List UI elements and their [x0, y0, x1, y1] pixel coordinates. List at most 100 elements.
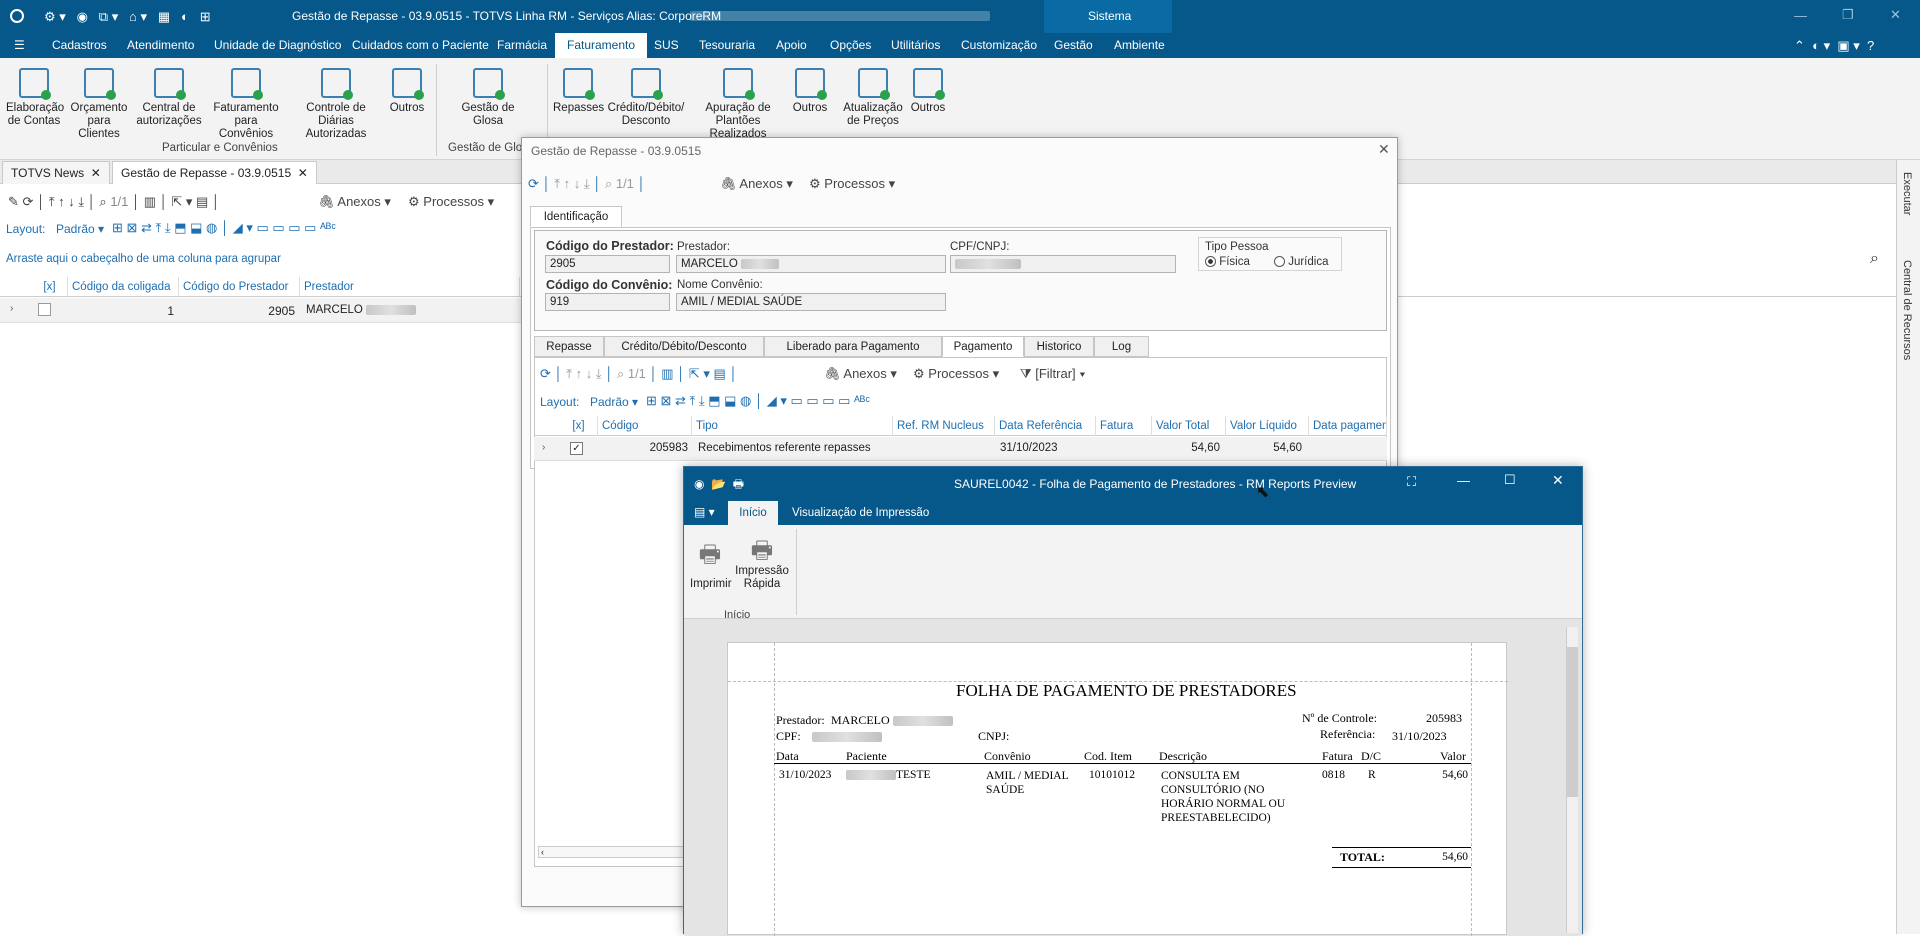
field-nome-convenio[interactable]: AMIL / MEDIAL SAÚDE — [676, 293, 946, 311]
report-row-cod-item: 10101012 — [1089, 769, 1135, 781]
ribbon-outros-3[interactable]: Outros — [908, 68, 948, 115]
table-row[interactable]: › 1 2905 MARCELO — [0, 298, 521, 323]
search-icon[interactable]: ⌕ — [1870, 250, 1879, 268]
ribbon-outros-1[interactable]: Outros — [386, 68, 428, 115]
report-vertical-scrollbar[interactable] — [1566, 627, 1578, 933]
ribbon-controls-icons[interactable]: ⌃ ◐ ▾ ▣ ▾ ? — [1794, 33, 1874, 58]
col-codigo-coligada[interactable]: Código da coligada — [68, 277, 179, 297]
menu-faturamento[interactable]: Faturamento — [555, 33, 648, 58]
main-anexos-button[interactable]: 🖇 Anexos ▾ — [318, 194, 391, 210]
expand-icon[interactable]: › — [542, 442, 545, 453]
menu-customizacao[interactable]: Customização — [961, 33, 1037, 58]
row-checkbox-checked[interactable]: ✓ — [570, 442, 583, 455]
printer-icon: 🖶 — [698, 541, 722, 568]
dialog-toolbar-icons[interactable]: ⟳ │ ⤒ ↑ ↓ ⤓ │ ⌕ 1/1 │ — [528, 176, 646, 192]
ribbon-outros-2[interactable]: Outros — [790, 68, 830, 115]
menu-tesouraria[interactable]: Tesouraria — [699, 33, 755, 58]
ribbon-credito-debito[interactable]: Crédito/Débito/ Desconto — [606, 68, 686, 128]
report-total: 54,60 — [1442, 851, 1468, 863]
quick-access-icons[interactable]: ⚙ ▾ ◉ ⧉ ▾ ⌂ ▾ ▦ ◐ ⊞ — [44, 9, 211, 25]
ribbon-atualizacao-precos[interactable]: Atualização de Preços — [838, 68, 908, 128]
ribbon-central-autorizacoes[interactable]: Central de autorizações — [136, 68, 202, 128]
report-row-paciente: TESTE — [846, 769, 931, 781]
table-row[interactable]: › ✓ 205983 Recebimentos referente repass… — [534, 437, 1387, 461]
tab-repasse[interactable]: Repasse — [534, 336, 604, 357]
minimize-icon[interactable]: — — [1794, 8, 1807, 23]
report-total-label: TOTAL: — [1340, 850, 1385, 864]
col-check[interactable]: [x] — [28, 277, 68, 297]
sub-layout-select[interactable]: Padrão ▾ — [590, 395, 638, 409]
dialog-processos-button[interactable]: ⚙ Processos ▾ — [809, 176, 895, 192]
hamburger-icon[interactable]: ☰ — [14, 33, 25, 58]
ribbon-apuracao-plantoes[interactable]: Apuração de Plantões Realizados — [688, 68, 788, 141]
printer-icon: 🖶 — [750, 537, 774, 564]
main-toolbar-icons[interactable]: ✎ ⟳ │ ⤒ ↑ ↓ ⤓ │ ⌕ 1/1 │ ▥ │ ⇱ ▾ ▤ │ — [8, 194, 220, 210]
menu-atendimento[interactable]: Atendimento — [127, 33, 194, 58]
close-icon[interactable]: ✕ — [1890, 7, 1901, 23]
ribbon-controle-diarias[interactable]: Controle de Diárias Autorizadas — [290, 68, 382, 141]
main-processos-button[interactable]: ⚙ Processos ▾ — [408, 194, 494, 210]
report-menu-icon[interactable]: ▤ ▾ — [694, 505, 715, 519]
menu-farmacia[interactable]: Farmácia — [497, 33, 547, 58]
cell-prestador: MARCELO — [306, 304, 417, 316]
row-checkbox[interactable] — [38, 303, 51, 316]
filtrar-button[interactable]: ⧩ [Filtrar] ▾ — [1020, 366, 1086, 382]
dialog-close-icon[interactable]: ✕ — [1378, 141, 1390, 158]
report-minimize-icon[interactable]: — — [1457, 473, 1470, 488]
menu-cuidados-paciente[interactable]: Cuidados com o Paciente — [352, 33, 489, 58]
ribbon-gestao-glosa[interactable]: Gestão de Glosa — [458, 68, 518, 128]
menu-unidade-diagnostico[interactable]: Unidade de Diagnóstico — [214, 33, 341, 58]
radio-fisica[interactable]: Física — [1205, 256, 1250, 268]
report-close-icon[interactable]: ✕ — [1552, 472, 1564, 489]
tab-credito-debito[interactable]: Crédito/Débito/Desconto — [604, 336, 764, 357]
report-quick-icons[interactable]: ◉ 📂 🖶 — [694, 475, 744, 496]
impressao-rapida-button[interactable]: 🖶 Impressão Rápida — [734, 537, 790, 591]
menu-utilitarios[interactable]: Utilitários — [891, 33, 940, 58]
expand-icon[interactable]: › — [10, 303, 13, 314]
radio-juridica[interactable]: Jurídica — [1274, 256, 1328, 268]
sub-processos-button[interactable]: ⚙ Processos ▾ — [913, 366, 999, 382]
ribbon-repasses[interactable]: Repasses — [553, 68, 604, 115]
menu-opcoes[interactable]: Opções — [830, 33, 871, 58]
field-cpf[interactable] — [950, 255, 1176, 273]
menu-ambiente[interactable]: Ambiente — [1114, 33, 1165, 58]
menu-sus[interactable]: SUS — [654, 33, 679, 58]
main-layout-icons[interactable]: ⊞ ⊠ ⇄ ⤒ ⤓ ⬒ ⬓ ◍ │ ◢ ▾ ▭ ▭ ▭ ▭ ᴬᴮᶜ — [112, 220, 336, 236]
field-cod-prestador[interactable]: 2905 — [545, 255, 670, 273]
group-by-hint: Arraste aqui o cabeçalho de uma coluna p… — [6, 253, 281, 265]
menu-gestao[interactable]: Gestão — [1054, 33, 1093, 58]
col-codigo-prestador[interactable]: Código do Prestador — [179, 277, 300, 297]
menu-cadastros[interactable]: Cadastros — [52, 33, 107, 58]
report-focus-icon[interactable]: ⛶ — [1407, 474, 1416, 490]
tab-pagamento[interactable]: Pagamento — [942, 336, 1024, 357]
report-row-fatura: 0818 — [1322, 769, 1345, 781]
ribbon-elaboracao-contas[interactable]: Elaboração de Contas — [6, 68, 64, 128]
tab-gestao-repasse[interactable]: Gestão de Repasse - 03.9.0515 ✕ — [112, 161, 317, 184]
col-prestador[interactable]: Prestador — [300, 277, 520, 297]
tab-totvs-news[interactable]: TOTVS News ✕ — [2, 161, 110, 184]
imprimir-button[interactable]: 🖶 Imprimir — [690, 537, 732, 590]
sub-toolbar-icons[interactable]: ⟳ │ ⤒ ↑ ↓ ⤓ │ ⌕ 1/1 │ ▥ │ ⇱ ▾ ▤ │ — [540, 366, 738, 382]
grid-icon — [392, 68, 424, 100]
menu-apoio[interactable]: Apoio — [776, 33, 807, 58]
sub-anexos-button[interactable]: 🖇 Anexos ▾ — [824, 366, 897, 382]
dialog-anexos-button[interactable]: 🖇 Anexos ▾ — [720, 176, 793, 192]
report-maximize-icon[interactable]: ☐ — [1504, 472, 1516, 488]
report-tab-visualizacao[interactable]: Visualização de Impressão — [792, 507, 929, 519]
restore-icon[interactable]: ❐ — [1842, 7, 1854, 23]
tab-log[interactable]: Log — [1094, 336, 1149, 357]
tab-liberado-pagamento[interactable]: Liberado para Pagamento — [764, 336, 942, 357]
side-central-recursos[interactable]: Central de Recursos — [1901, 260, 1913, 360]
main-layout-select[interactable]: Padrão ▾ — [56, 222, 104, 236]
field-cod-convenio[interactable]: 919 — [545, 293, 670, 311]
report-tab-inicio[interactable]: Início — [728, 501, 778, 525]
sub-layout-icons[interactable]: ⊞ ⊠ ⇄ ⤒ ⤓ ⬒ ⬓ ◍ │ ◢ ▾ ▭ ▭ ▭ ▭ ᴬᴮᶜ — [646, 393, 870, 409]
field-prestador[interactable]: MARCELO — [676, 255, 946, 273]
ribbon-orcamento-clientes[interactable]: Orçamento para Clientes — [66, 68, 132, 141]
label-cpf: CPF/CNPJ: — [950, 241, 1010, 253]
side-executar[interactable]: Executar — [1901, 172, 1913, 215]
tab-historico[interactable]: Historico — [1024, 336, 1094, 357]
repasse-icon — [563, 68, 595, 100]
tab-identificacao[interactable]: Identificação — [530, 206, 622, 227]
ribbon-faturamento-convenios[interactable]: Faturamento para Convênios — [206, 68, 286, 141]
